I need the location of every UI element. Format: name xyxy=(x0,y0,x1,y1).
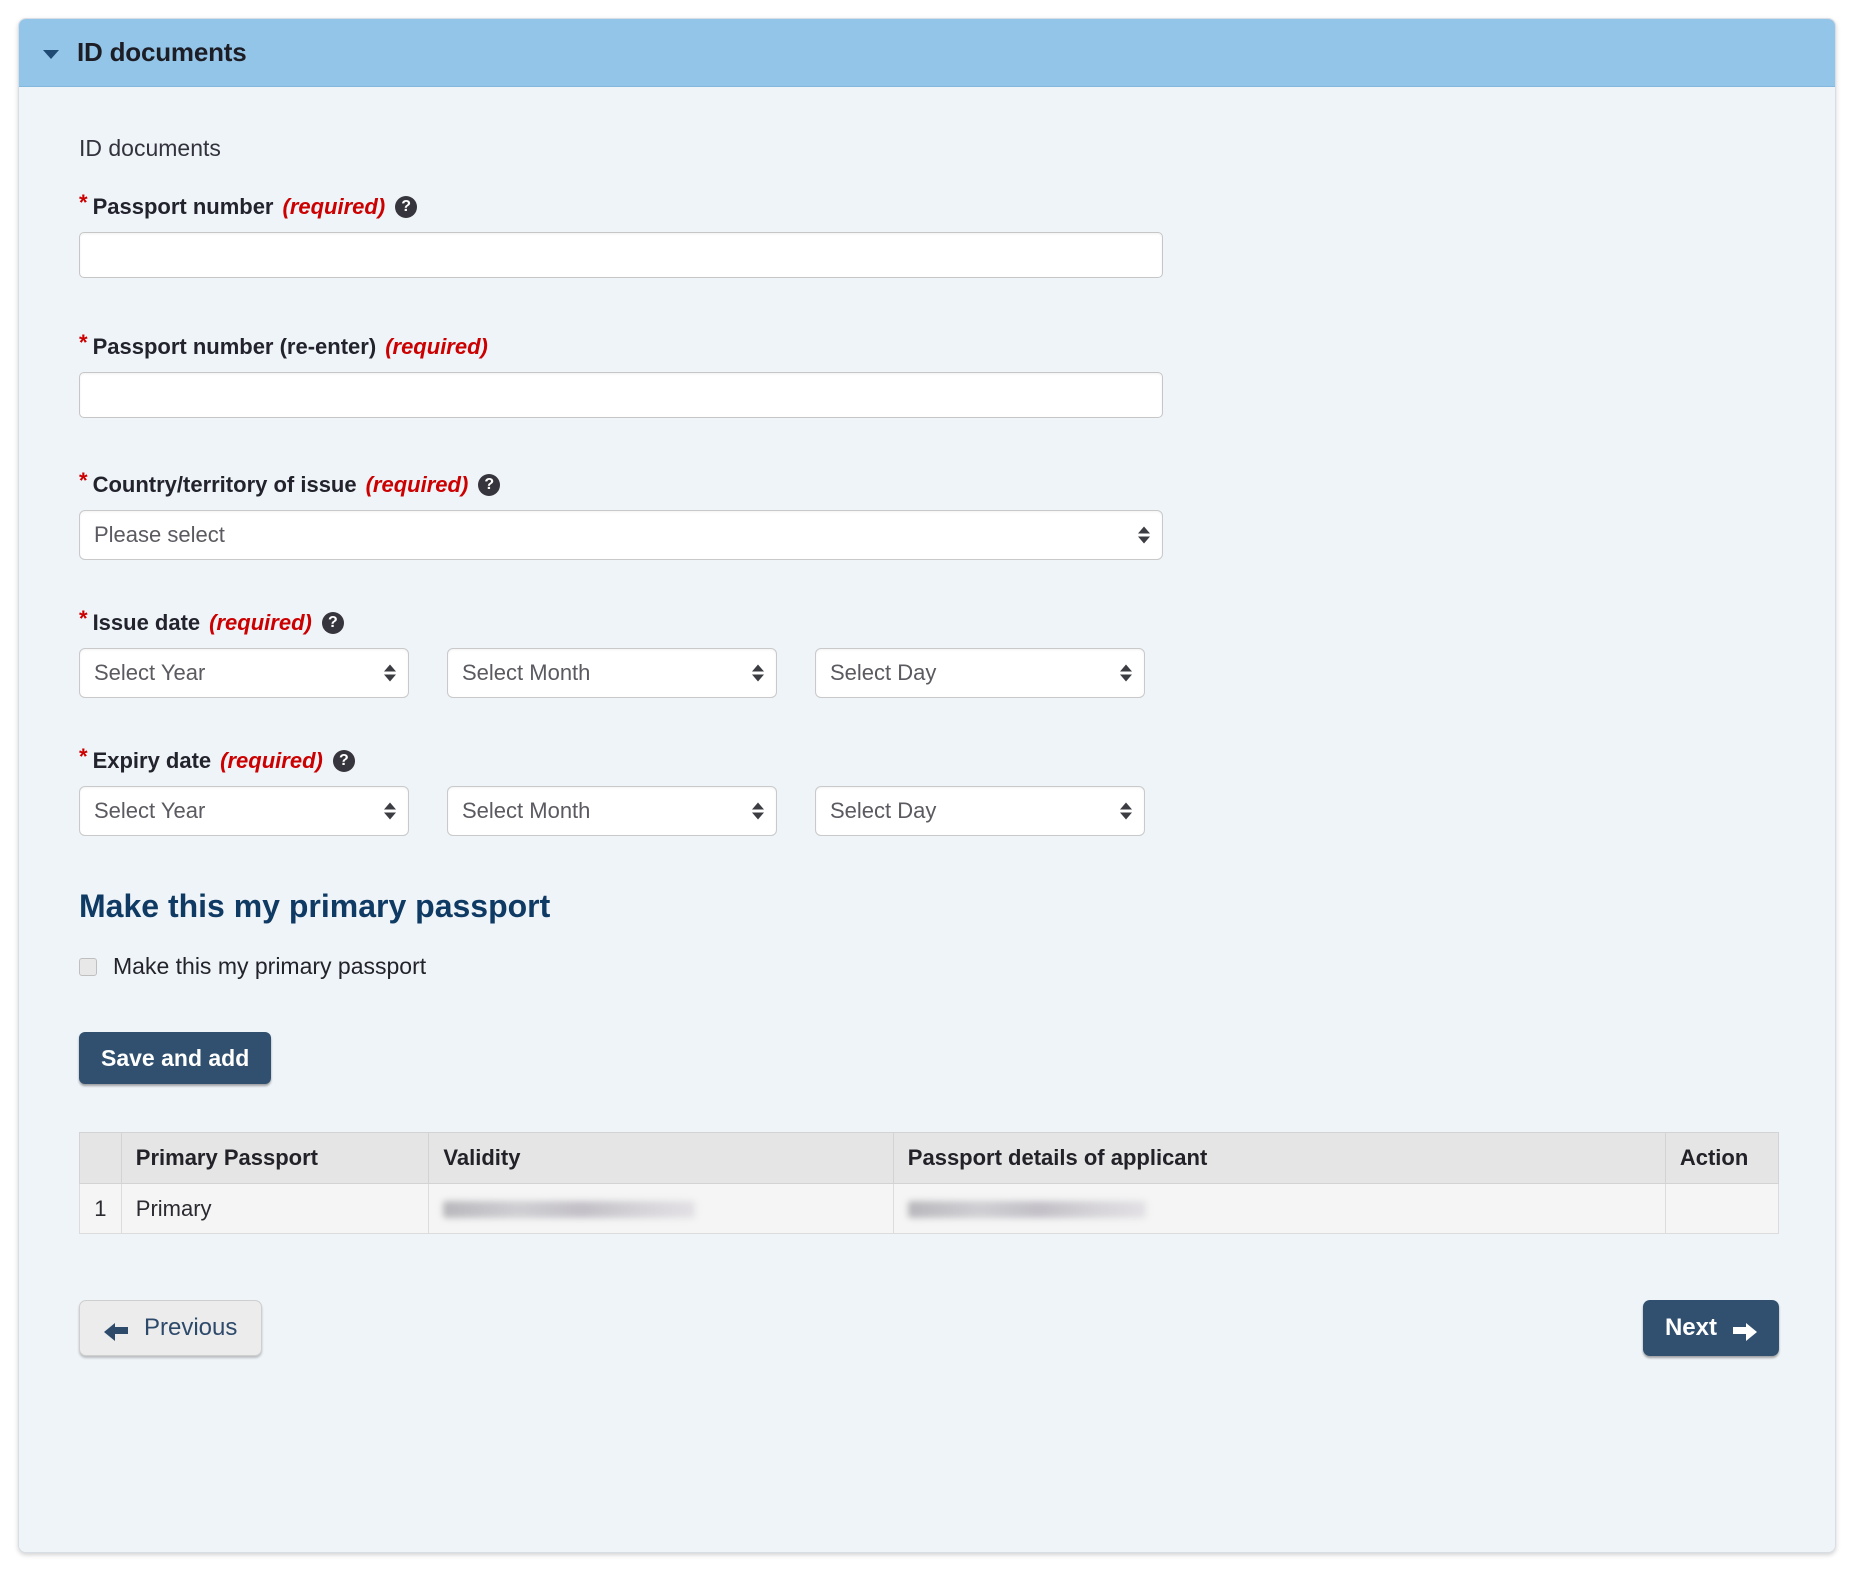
passport-number-input[interactable] xyxy=(79,232,1163,278)
issue-date-day-wrap: Select Day xyxy=(815,648,1145,698)
arrow-right-icon xyxy=(1731,1319,1757,1337)
issue-date-day-value: Select Day xyxy=(830,660,936,686)
expiry-date-year-value: Select Year xyxy=(94,798,205,824)
form-navigation: Previous Next xyxy=(79,1300,1779,1356)
table-col-action: Action xyxy=(1665,1133,1778,1184)
redacted-validity-value xyxy=(443,1201,695,1218)
issue-date-month-select[interactable]: Select Month xyxy=(447,648,777,698)
expiry-date-label-text: Expiry date xyxy=(93,750,212,772)
passport-table-head: Primary Passport Validity Passport detai… xyxy=(80,1133,1779,1184)
primary-passport-heading: Make this my primary passport xyxy=(79,888,1835,925)
required-marker: (required) xyxy=(220,750,323,772)
arrow-left-icon xyxy=(104,1319,130,1337)
required-asterisk-icon: * xyxy=(79,470,88,492)
expiry-date-year-wrap: Select Year xyxy=(79,786,409,836)
next-button-label: Next xyxy=(1665,1314,1717,1342)
primary-passport-checkbox-label: Make this my primary passport xyxy=(113,953,426,980)
issue-date-year-wrap: Select Year xyxy=(79,648,409,698)
expiry-date-label: * Expiry date (required) ? xyxy=(79,750,1835,772)
expiry-date-month-wrap: Select Month xyxy=(447,786,777,836)
panel-body: ID documents * Passport number (required… xyxy=(19,87,1835,1552)
required-marker: (required) xyxy=(385,336,488,358)
previous-button[interactable]: Previous xyxy=(79,1300,262,1356)
country-of-issue-selected-value: Please select xyxy=(94,522,225,548)
passport-number-reenter-label-text: Passport number (re-enter) xyxy=(93,336,377,358)
required-asterisk-icon: * xyxy=(79,608,88,630)
table-col-passport-details: Passport details of applicant xyxy=(893,1133,1665,1184)
row-index: 1 xyxy=(80,1184,122,1234)
primary-passport-checkbox[interactable] xyxy=(79,958,97,976)
passport-number-label-text: Passport number xyxy=(93,196,274,218)
country-of-issue-label: * Country/territory of issue (required) … xyxy=(79,474,1835,496)
field-passport-number-reenter: * Passport number (re-enter) (required) xyxy=(79,336,1835,418)
issue-date-label-text: Issue date xyxy=(93,612,201,634)
section-caption: ID documents xyxy=(79,135,1835,162)
country-of-issue-select[interactable]: Please select xyxy=(79,510,1163,560)
passport-number-reenter-input[interactable] xyxy=(79,372,1163,418)
required-marker: (required) xyxy=(283,196,386,218)
expiry-date-month-value: Select Month xyxy=(462,798,590,824)
required-asterisk-icon: * xyxy=(79,192,88,214)
table-row: 1 Primary xyxy=(80,1184,1779,1234)
country-of-issue-label-text: Country/territory of issue xyxy=(93,474,357,496)
issue-date-year-value: Select Year xyxy=(94,660,205,686)
row-primary-passport: Primary xyxy=(121,1184,429,1234)
panel-header[interactable]: ID documents xyxy=(19,19,1835,87)
expiry-date-day-select[interactable]: Select Day xyxy=(815,786,1145,836)
table-header-row: Primary Passport Validity Passport detai… xyxy=(80,1133,1779,1184)
expiry-date-year-select[interactable]: Select Year xyxy=(79,786,409,836)
row-action xyxy=(1665,1184,1778,1234)
expiry-date-month-select[interactable]: Select Month xyxy=(447,786,777,836)
expiry-date-day-value: Select Day xyxy=(830,798,936,824)
field-issue-date: * Issue date (required) ? Select Year xyxy=(79,612,1835,698)
issue-date-month-wrap: Select Month xyxy=(447,648,777,698)
required-asterisk-icon: * xyxy=(79,746,88,768)
id-documents-panel: ID documents ID documents * Passport num… xyxy=(18,18,1836,1553)
page-root: ID documents ID documents * Passport num… xyxy=(0,0,1856,1572)
field-country-of-issue: * Country/territory of issue (required) … xyxy=(79,474,1835,612)
country-of-issue-select-wrap: Please select xyxy=(79,510,1163,560)
row-validity xyxy=(429,1184,893,1234)
help-icon[interactable]: ? xyxy=(478,474,500,496)
issue-date-label: * Issue date (required) ? xyxy=(79,612,1835,634)
required-asterisk-icon: * xyxy=(79,332,88,354)
row-passport-details xyxy=(893,1184,1665,1234)
issue-date-row: Select Year Select Month xyxy=(79,648,1835,698)
redacted-details-value xyxy=(908,1201,1146,1218)
field-passport-number: * Passport number (required) ? xyxy=(79,196,1835,278)
panel-title: ID documents xyxy=(77,37,247,68)
expiry-date-row: Select Year Select Month xyxy=(79,786,1835,836)
issue-date-day-select[interactable]: Select Day xyxy=(815,648,1145,698)
passport-number-reenter-label: * Passport number (re-enter) (required) xyxy=(79,336,1835,358)
help-icon[interactable]: ? xyxy=(333,750,355,772)
required-marker: (required) xyxy=(209,612,312,634)
issue-date-year-select[interactable]: Select Year xyxy=(79,648,409,698)
table-col-validity: Validity xyxy=(429,1133,893,1184)
expiry-date-day-wrap: Select Day xyxy=(815,786,1145,836)
previous-button-label: Previous xyxy=(144,1314,237,1342)
chevron-down-icon[interactable] xyxy=(43,50,59,59)
next-button[interactable]: Next xyxy=(1643,1300,1779,1356)
help-icon[interactable]: ? xyxy=(322,612,344,634)
save-and-add-button[interactable]: Save and add xyxy=(79,1032,271,1084)
field-expiry-date: * Expiry date (required) ? Select Year xyxy=(79,750,1835,836)
issue-date-month-value: Select Month xyxy=(462,660,590,686)
passport-table-body: 1 Primary xyxy=(80,1184,1779,1234)
primary-passport-checkbox-row[interactable]: Make this my primary passport xyxy=(79,953,1835,980)
passport-table: Primary Passport Validity Passport detai… xyxy=(79,1132,1779,1234)
passport-number-label: * Passport number (required) ? xyxy=(79,196,1835,218)
table-col-primary-passport: Primary Passport xyxy=(121,1133,429,1184)
table-col-index xyxy=(80,1133,122,1184)
required-marker: (required) xyxy=(366,474,469,496)
help-icon[interactable]: ? xyxy=(395,196,417,218)
